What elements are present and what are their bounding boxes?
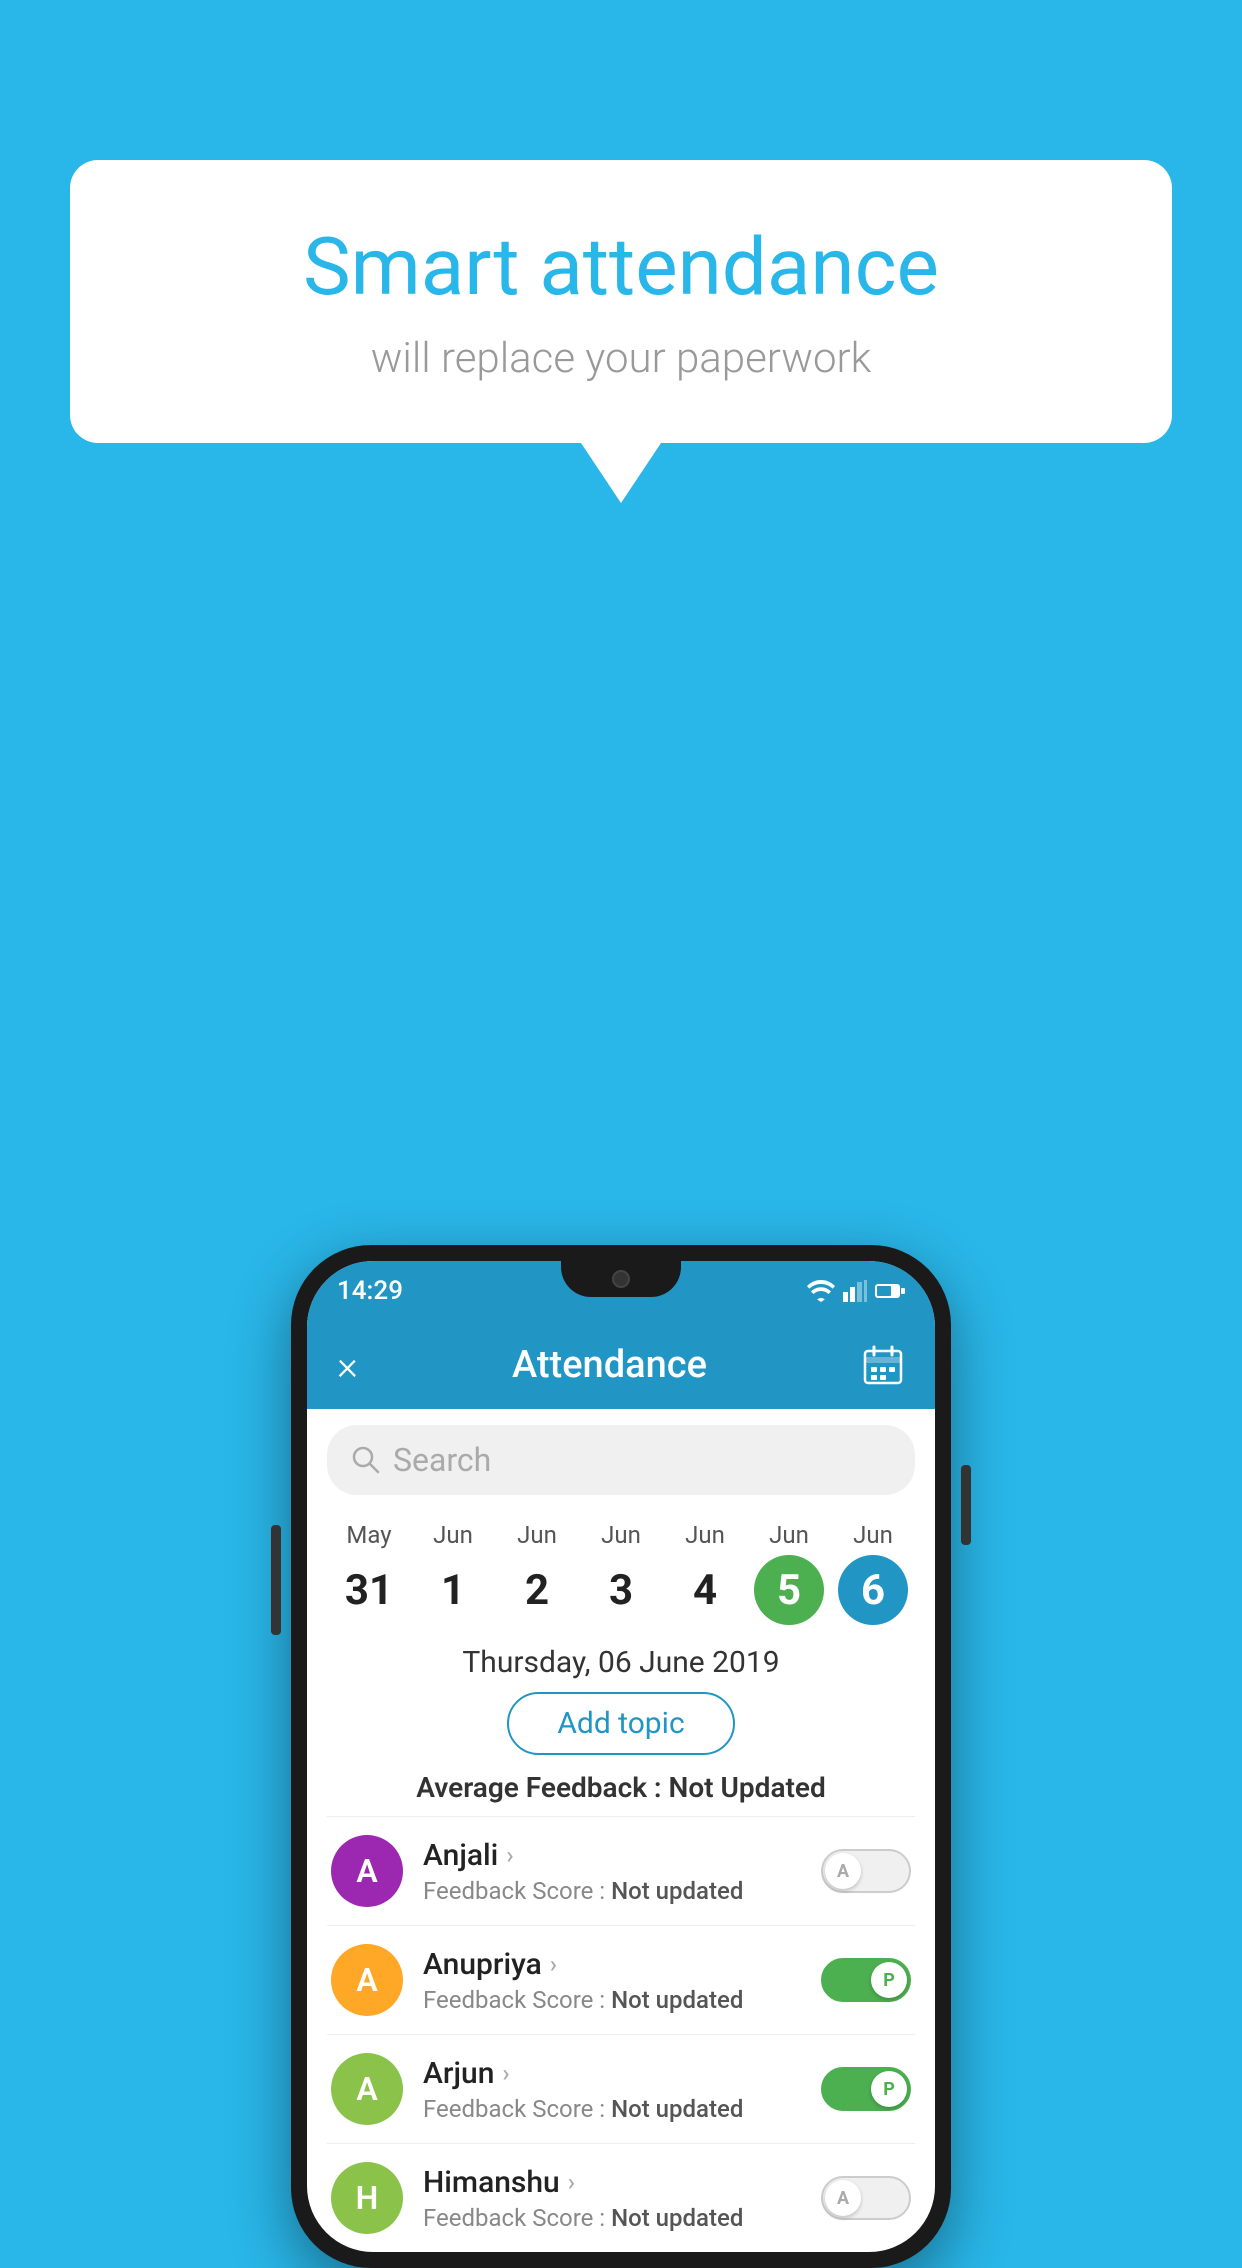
calendar-day[interactable]: Jun 2: [500, 1521, 574, 1625]
toggle-switch[interactable]: A: [821, 1849, 911, 1893]
search-bar[interactable]: Search: [327, 1425, 915, 1495]
toggle-thumb: A: [825, 1853, 861, 1889]
calendar-icon[interactable]: [861, 1343, 905, 1387]
student-info: Anupriya › Feedback Score : Not updated: [423, 1947, 801, 2014]
avg-feedback: Average Feedback : Not Updated: [307, 1771, 935, 1804]
cal-month-label: Jun: [601, 1521, 641, 1549]
toggle-thumb: P: [871, 1962, 907, 1998]
toggle-thumb: P: [871, 2071, 907, 2107]
student-row: A Anjali › Feedback Score : Not updated A: [307, 1817, 935, 1925]
calendar-day[interactable]: Jun 1: [416, 1521, 490, 1625]
cal-month-label: Jun: [517, 1521, 557, 1549]
speech-bubble-subtitle: will replace your paperwork: [150, 334, 1092, 383]
volume-button: [961, 1465, 971, 1545]
cal-date-number: 5: [754, 1555, 824, 1625]
phone-screen: 14:29: [307, 1261, 935, 2252]
search-icon: [351, 1445, 381, 1475]
status-time: 14:29: [337, 1276, 403, 1306]
cal-month-label: Jun: [769, 1521, 809, 1549]
student-avatar: H: [331, 2162, 403, 2234]
toggle-switch[interactable]: P: [821, 2067, 911, 2111]
feedback-value: Not updated: [611, 1877, 743, 1905]
status-bar: 14:29: [307, 1261, 935, 1321]
phone-notch: [561, 1261, 681, 1297]
battery-icon: [875, 1282, 905, 1300]
cal-date-number: 2: [502, 1555, 572, 1625]
speech-bubble-title: Smart attendance: [150, 220, 1092, 314]
cal-date-number: 3: [586, 1555, 656, 1625]
toggle-thumb: A: [825, 2180, 861, 2216]
attendance-toggle[interactable]: P: [821, 2067, 911, 2111]
student-row: H Himanshu ›Feedback Score : Not updated A: [307, 2144, 935, 2252]
attendance-toggle[interactable]: A: [821, 2176, 911, 2220]
calendar-row: May 31 Jun 1 Jun 2 Jun 3 Jun 4 Jun 5 Jun 6: [307, 1511, 935, 1629]
cal-month-label: May: [346, 1521, 391, 1549]
attendance-toggle[interactable]: P: [821, 1958, 911, 2002]
selected-date-label: Thursday, 06 June 2019: [307, 1645, 935, 1680]
cal-date-number: 4: [670, 1555, 740, 1625]
student-chevron-icon: ›: [568, 2168, 575, 2196]
cal-date-number: 31: [334, 1555, 404, 1625]
toggle-switch[interactable]: P: [821, 1958, 911, 2002]
signal-icon: [843, 1280, 867, 1302]
avg-feedback-value: Not Updated: [669, 1771, 826, 1804]
student-name[interactable]: Himanshu ›: [423, 2165, 801, 2200]
power-button: [271, 1525, 281, 1635]
student-feedback: Feedback Score : Not updated: [423, 1877, 801, 1905]
calendar-day[interactable]: May 31: [332, 1521, 406, 1625]
student-name[interactable]: Anupriya ›: [423, 1947, 801, 1982]
student-chevron-icon: ›: [506, 1841, 513, 1869]
speech-bubble-arrow: [581, 443, 661, 503]
add-topic-button[interactable]: Add topic: [507, 1692, 734, 1755]
student-feedback: Feedback Score : Not updated: [423, 2095, 801, 2123]
speech-bubble-container: Smart attendance will replace your paper…: [70, 160, 1172, 503]
cal-date-number: 1: [418, 1555, 488, 1625]
cal-month-label: Jun: [853, 1521, 893, 1549]
attendance-toggle[interactable]: A: [821, 1849, 911, 1893]
speech-bubble: Smart attendance will replace your paper…: [70, 160, 1172, 443]
calendar-day[interactable]: Jun 5: [752, 1521, 826, 1625]
calendar-day[interactable]: Jun 6: [836, 1521, 910, 1625]
feedback-value: Not updated: [611, 2095, 743, 2123]
student-avatar: A: [331, 2053, 403, 2125]
student-feedback: Feedback Score : Not updated: [423, 1986, 801, 2014]
cal-month-label: Jun: [685, 1521, 725, 1549]
student-avatar: A: [331, 1944, 403, 2016]
close-button[interactable]: ×: [337, 1342, 358, 1389]
student-info: Himanshu ›Feedback Score : Not updated: [423, 2165, 801, 2232]
app-header: × Attendance: [307, 1321, 935, 1409]
search-placeholder: Search: [393, 1441, 491, 1479]
phone-frame: 14:29: [291, 1245, 951, 2268]
status-icons: [807, 1280, 905, 1302]
student-row: A Arjun › Feedback Score : Not updated P: [307, 2035, 935, 2143]
student-name[interactable]: Anjali ›: [423, 1838, 801, 1873]
student-name[interactable]: Arjun ›: [423, 2056, 801, 2091]
avg-feedback-label: Average Feedback :: [416, 1771, 661, 1804]
wifi-icon: [807, 1280, 835, 1302]
front-camera: [612, 1270, 630, 1288]
student-row: A Anupriya › Feedback Score : Not updated P: [307, 1926, 935, 2034]
header-title: Attendance: [512, 1343, 707, 1387]
feedback-value: Not updated: [611, 1986, 743, 2014]
student-chevron-icon: ›: [550, 1950, 557, 1978]
student-avatar: A: [331, 1835, 403, 1907]
toggle-switch[interactable]: A: [821, 2176, 911, 2220]
cal-date-number: 6: [838, 1555, 908, 1625]
calendar-day[interactable]: Jun 4: [668, 1521, 742, 1625]
student-info: Anjali › Feedback Score : Not updated: [423, 1838, 801, 1905]
calendar-day[interactable]: Jun 3: [584, 1521, 658, 1625]
student-chevron-icon: ›: [502, 2059, 509, 2087]
cal-month-label: Jun: [433, 1521, 473, 1549]
student-info: Arjun › Feedback Score : Not updated: [423, 2056, 801, 2123]
students-list: AAnjali ›Feedback Score : Not updatedAAA…: [307, 1817, 935, 2252]
